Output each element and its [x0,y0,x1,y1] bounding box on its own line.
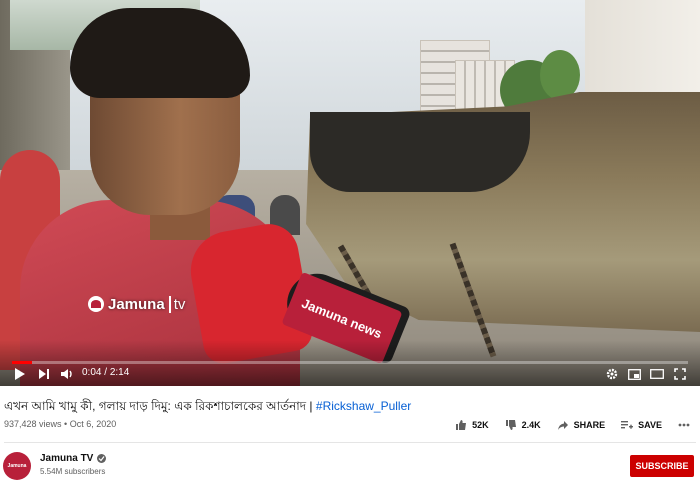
divider [4,442,696,443]
video-title-text: এখন আমি খামু কী, গলায় দাড় দিমু: এক রিক… [4,399,316,413]
tree [540,50,580,100]
settings-button[interactable] [606,366,618,382]
miniplayer-button[interactable] [628,366,641,382]
time-display: 0:04 / 2:14 [82,367,129,378]
gear-icon [606,368,618,380]
video-frame[interactable]: Jamuna news [0,0,700,386]
fullscreen-icon [674,368,686,380]
watermark-brand: Jamuna [108,295,165,313]
man-hair [70,8,250,98]
channel-avatar[interactable]: Jamuna [3,452,31,480]
like-count: 52K [472,420,489,430]
more-actions-button[interactable] [678,423,690,427]
progress-bar[interactable] [12,361,688,364]
video-actions: 52K 2.4K SHARE SAVE [455,419,690,431]
watermark-suffix: tv [168,295,185,313]
meta-separator: • [61,419,70,429]
dislike-button[interactable]: 2.4K [505,419,541,431]
thumbs-down-icon [505,420,516,430]
miniplayer-icon [628,368,641,380]
video-player[interactable]: Jamuna news Jamuna tv 0:04 / 2:14 [0,0,700,386]
theater-icon [650,369,664,379]
channel-name: Jamuna TV [40,453,94,464]
volume-icon [61,369,72,379]
save-label: SAVE [638,420,662,430]
play-icon [15,368,25,380]
avatar-logo-text: Jamuna [7,463,27,469]
volume-button[interactable] [60,366,74,382]
channel-name-link[interactable]: Jamuna TV [40,453,107,464]
verified-icon [97,454,107,463]
subscriber-count: 5.54M subscribers [40,467,106,476]
theater-mode-button[interactable] [650,366,664,382]
share-button[interactable]: SHARE [557,420,606,431]
video-title: এখন আমি খামু কী, গলায় দাড় দিমু: এক রিক… [4,398,411,418]
save-button[interactable]: SAVE [621,420,662,430]
time-current: 0:04 [82,367,102,378]
next-button[interactable] [38,366,50,382]
channel-watermark: Jamuna tv [88,294,185,314]
truck-bin [310,112,530,192]
share-label: SHARE [573,420,606,430]
more-horizontal-icon [678,423,690,427]
fullscreen-button[interactable] [674,366,686,382]
thumbs-up-icon [456,420,467,430]
play-button[interactable] [14,366,26,382]
video-meta: 937,428 views • Oct 6, 2020 [4,419,116,429]
dislike-count: 2.4K [521,420,541,430]
upload-date: Oct 6, 2020 [69,419,117,429]
playlist-add-icon [621,421,634,429]
subscribe-button[interactable]: SUBSCRIBE [630,455,694,477]
time-separator: / [101,367,110,378]
jamuna-logo-icon [88,296,104,312]
like-button[interactable]: 52K [455,419,489,431]
progress-fill [12,361,33,364]
share-icon [557,420,568,430]
view-count: 937,428 views [4,419,62,429]
time-total: 2:14 [109,367,130,378]
skip-next-icon [39,369,49,379]
hashtag-link[interactable]: #Rickshaw_Puller [316,399,411,413]
